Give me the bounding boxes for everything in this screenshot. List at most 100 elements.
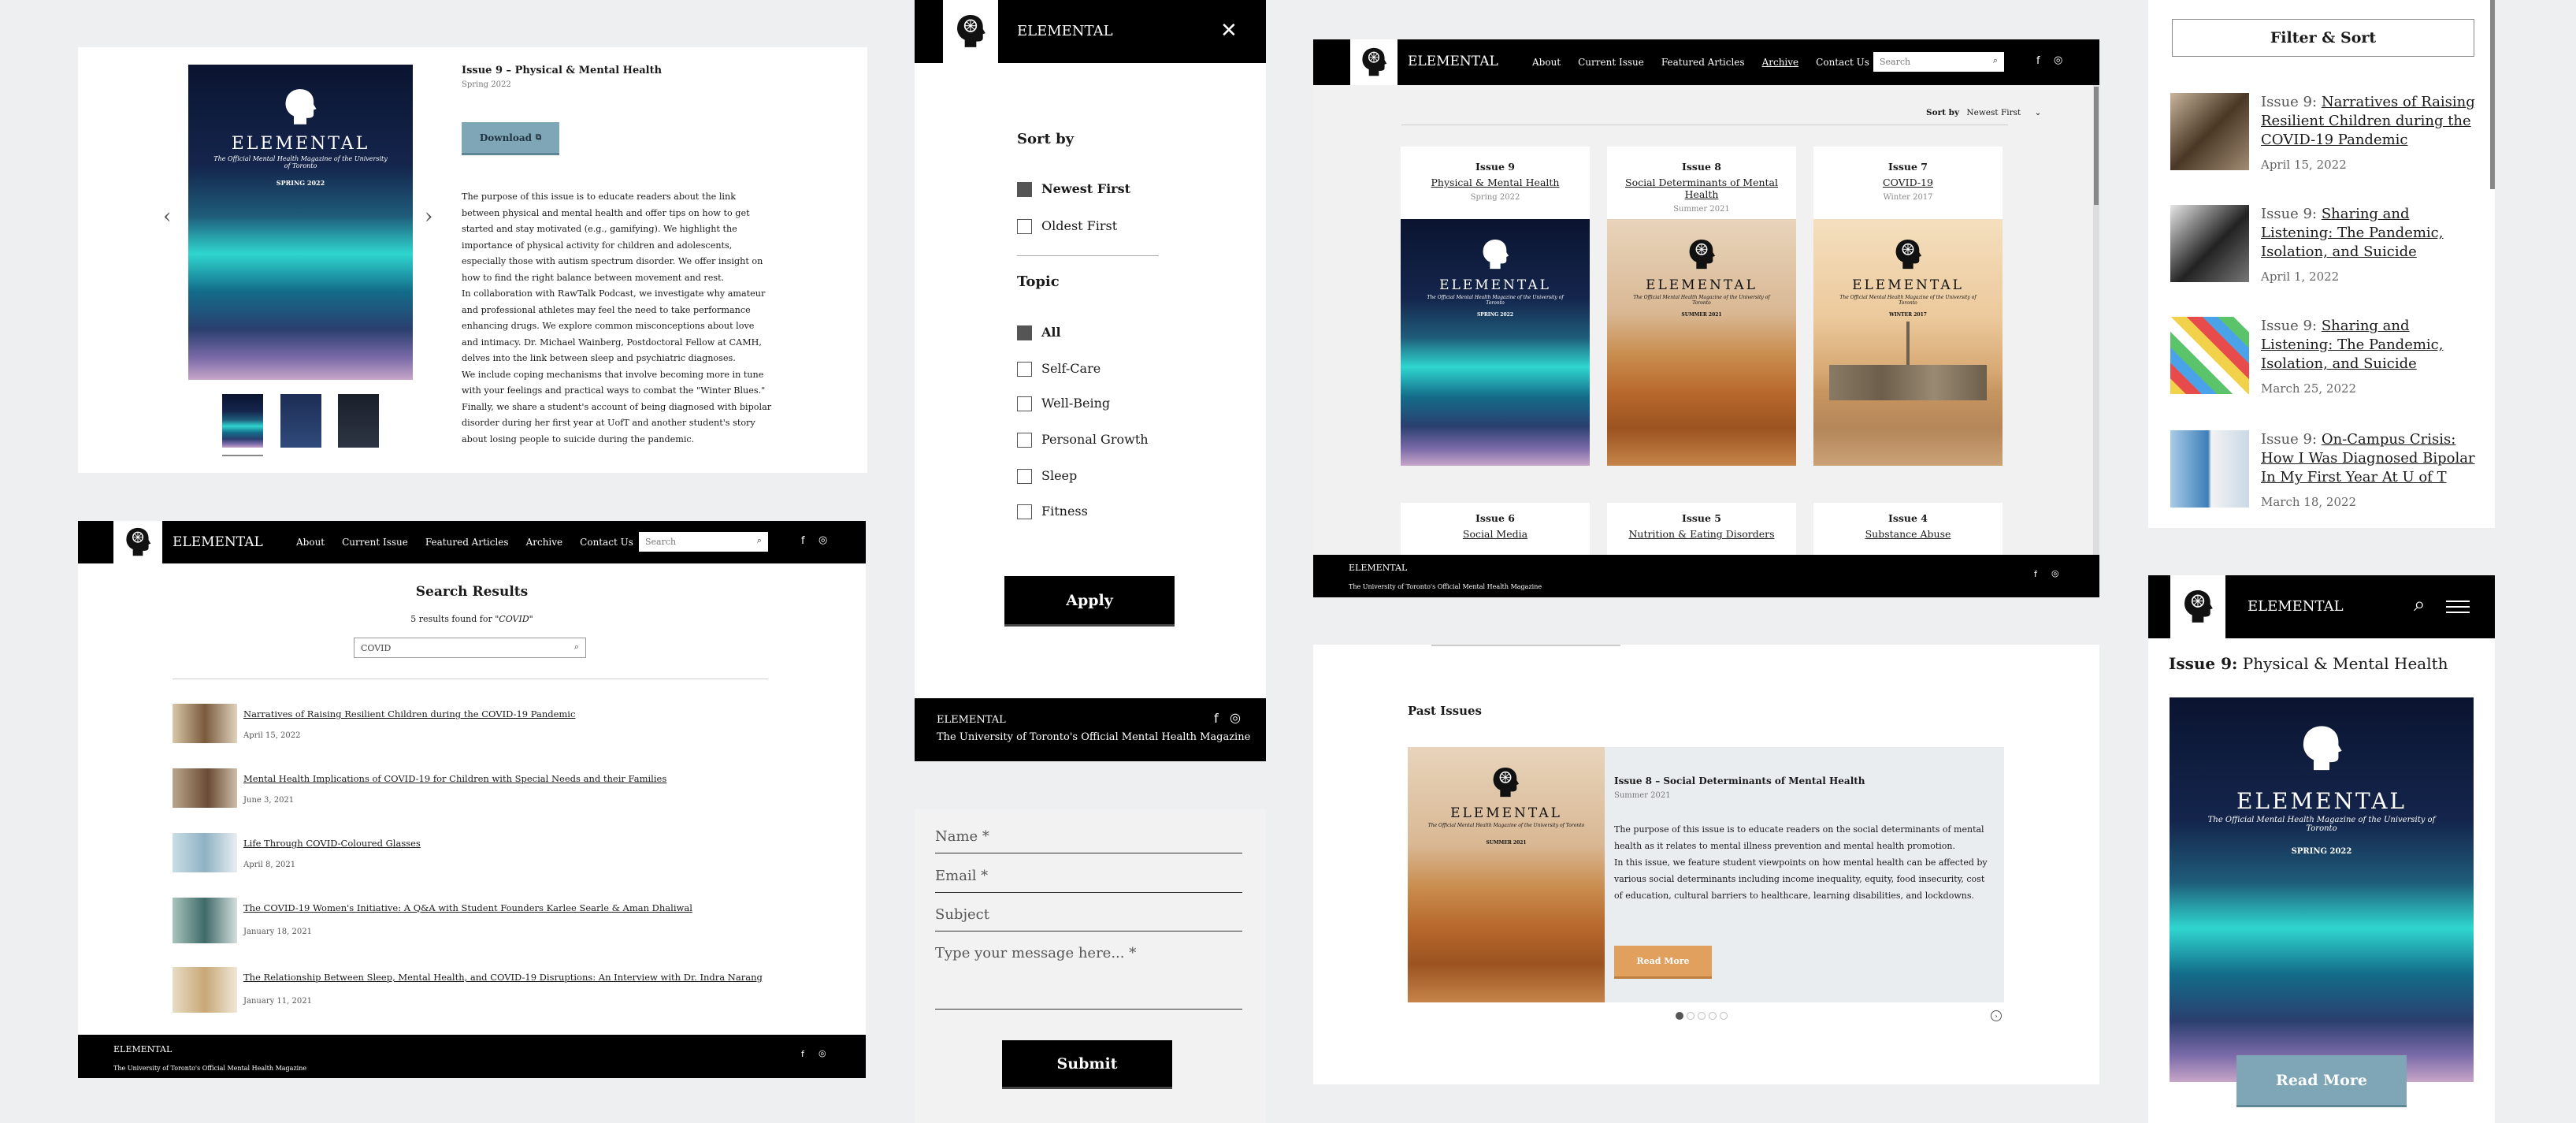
thumbnail-1[interactable]: [222, 394, 263, 448]
sort-option-newest[interactable]: Newest First: [1017, 181, 1130, 197]
carousel-dot-active[interactable]: [1676, 1012, 1683, 1020]
issue-card[interactable]: Issue 8 Social Determinants of Mental He…: [1607, 147, 1796, 466]
subject-field[interactable]: Subject: [935, 906, 1242, 931]
carousel-dot[interactable]: [1698, 1012, 1706, 1020]
past-issue-cover[interactable]: ELEMENTAL The Official Mental Health Mag…: [1408, 747, 1605, 1002]
carousel-prev-icon[interactable]: ‹: [163, 205, 171, 229]
brand-name[interactable]: ELEMENTAL: [2248, 598, 2344, 615]
topic-option-sleep[interactable]: Sleep: [1017, 468, 1077, 484]
topic-option-self-care[interactable]: Self-Care: [1017, 361, 1101, 377]
nav-contact-us[interactable]: Contact Us: [1816, 57, 1869, 68]
issue-card-topic[interactable]: Social Media: [1401, 528, 1590, 540]
result-title[interactable]: Life Through COVID-Coloured Glasses: [243, 838, 421, 849]
facebook-icon[interactable]: f: [1214, 711, 1219, 726]
scrollbar-thumb[interactable]: [2094, 87, 2099, 205]
instagram-icon[interactable]: ◎: [2051, 568, 2059, 578]
checkbox[interactable]: [1017, 469, 1032, 484]
topic-option-well-being[interactable]: Well-Being: [1017, 396, 1110, 411]
logo[interactable]: [2170, 575, 2225, 638]
issue-card-topic[interactable]: Physical & Mental Health: [1401, 177, 1590, 188]
thumbnail-2[interactable]: [280, 394, 321, 448]
hamburger-menu-icon[interactable]: [2446, 601, 2470, 613]
nav-archive[interactable]: Archive: [1762, 57, 1799, 68]
facebook-icon[interactable]: f: [801, 535, 805, 547]
topic-option-personal-growth[interactable]: Personal Growth: [1017, 432, 1149, 448]
carousel-dot[interactable]: [1709, 1012, 1717, 1020]
checkbox[interactable]: [1017, 433, 1032, 448]
sort-control[interactable]: Sort by Newest First ⌄: [1926, 108, 2041, 117]
search-icon[interactable]: ⌕: [757, 535, 762, 546]
facebook-icon[interactable]: f: [801, 1049, 804, 1059]
logo[interactable]: [1350, 39, 1397, 85]
article-title[interactable]: Issue 9: On-Campus Crisis: How I Was Dia…: [2261, 430, 2485, 487]
list-item[interactable]: The Relationship Between Sleep, Mental H…: [173, 967, 771, 1032]
search-input[interactable]: Search ⌕: [639, 532, 768, 552]
name-field[interactable]: Name *: [935, 828, 1242, 853]
topic-option-fitness[interactable]: Fitness: [1017, 504, 1088, 519]
checkbox[interactable]: [1017, 219, 1032, 234]
instagram-icon[interactable]: ◎: [2054, 54, 2062, 66]
close-icon[interactable]: ✕: [1220, 19, 1238, 43]
issue-card-topic[interactable]: COVID-19: [1813, 177, 2003, 188]
issue-card-topic[interactable]: Nutrition & Eating Disorders: [1607, 528, 1796, 540]
mobile-issue-cover[interactable]: ELEMENTAL The Official Mental Health Mag…: [2170, 697, 2474, 1082]
nav-contact-us[interactable]: Contact Us: [580, 537, 633, 548]
checkbox[interactable]: [1017, 396, 1032, 411]
nav-featured-articles[interactable]: Featured Articles: [1661, 57, 1745, 68]
checkbox[interactable]: [1017, 504, 1032, 519]
past-issue-card[interactable]: ELEMENTAL The Official Mental Health Mag…: [1408, 747, 2004, 1002]
article-title[interactable]: Issue 9: Sharing and Listening: The Pand…: [2261, 317, 2485, 374]
list-item[interactable]: Issue 9: Sharing and Listening: The Pand…: [2170, 317, 2485, 403]
issue-card[interactable]: Issue 9 Physical & Mental Health Spring …: [1401, 147, 1590, 466]
thumbnail-3[interactable]: [338, 394, 379, 448]
list-item[interactable]: Life Through COVID-Coloured Glasses Apri…: [173, 833, 771, 898]
list-item[interactable]: Issue 9: On-Campus Crisis: How I Was Dia…: [2170, 430, 2485, 517]
instagram-icon[interactable]: ◎: [818, 1048, 826, 1058]
download-button[interactable]: Download ⧉: [462, 122, 559, 155]
topic-option-all[interactable]: All: [1017, 325, 1061, 340]
result-title[interactable]: Mental Health Implications of COVID-19 f…: [243, 773, 666, 784]
search-input[interactable]: Search ⌕: [1873, 52, 2004, 72]
logo[interactable]: [943, 0, 998, 63]
search-icon[interactable]: ⌕: [574, 641, 579, 653]
issue-card-cover[interactable]: ELEMENTAL The Official Mental Health Mag…: [1607, 219, 1796, 466]
nav-featured-articles[interactable]: Featured Articles: [425, 537, 509, 548]
read-more-button[interactable]: Read More: [1614, 946, 1712, 979]
result-title[interactable]: Narratives of Raising Resilient Children…: [243, 708, 575, 720]
checkbox-checked[interactable]: [1017, 325, 1032, 340]
search-icon[interactable]: ⌕: [2414, 593, 2426, 617]
instagram-icon[interactable]: ◎: [1230, 710, 1241, 725]
chevron-down-icon[interactable]: ⌄: [2035, 108, 2042, 117]
scrollbar-thumb[interactable]: [2490, 0, 2495, 189]
brand-name[interactable]: ELEMENTAL: [173, 534, 263, 550]
sort-option-oldest[interactable]: Oldest First: [1017, 218, 1117, 234]
carousel-next-icon[interactable]: ›: [1991, 1010, 2002, 1021]
facebook-icon[interactable]: f: [2034, 569, 2037, 579]
article-title[interactable]: Issue 9: Sharing and Listening: The Pand…: [2261, 205, 2485, 262]
carousel-next-icon[interactable]: ›: [425, 205, 432, 229]
message-field[interactable]: Type your message here... *: [935, 945, 1242, 1010]
list-item[interactable]: Mental Health Implications of COVID-19 f…: [173, 768, 771, 833]
list-item[interactable]: Issue 9: Sharing and Listening: The Pand…: [2170, 205, 2485, 292]
checkbox-checked[interactable]: [1017, 182, 1032, 197]
nav-archive[interactable]: Archive: [526, 537, 563, 548]
read-more-button[interactable]: Read More: [2236, 1055, 2407, 1107]
search-icon[interactable]: ⌕: [1993, 55, 1998, 66]
brand-name[interactable]: ELEMENTAL: [1017, 23, 1113, 39]
issue-card-topic[interactable]: Substance Abuse: [1813, 528, 2003, 540]
issue-card-topic[interactable]: Social Determinants of Mental Health: [1607, 177, 1796, 200]
list-item[interactable]: Issue 9: Narratives of Raising Resilient…: [2170, 93, 2485, 180]
result-title[interactable]: The Relationship Between Sleep, Mental H…: [243, 972, 763, 983]
filter-sort-button[interactable]: Filter & Sort: [2172, 19, 2474, 57]
nav-current-issue[interactable]: Current Issue: [1578, 57, 1644, 68]
submit-button[interactable]: Submit: [1002, 1040, 1172, 1089]
instagram-icon[interactable]: ◎: [818, 534, 827, 546]
checkbox[interactable]: [1017, 362, 1032, 377]
issue-card[interactable]: Issue 7 COVID-19 Winter 2017 ELEMENTAL T…: [1813, 147, 2003, 466]
nav-about[interactable]: About: [1532, 57, 1561, 68]
email-field[interactable]: Email *: [935, 868, 1242, 893]
list-item[interactable]: The COVID-19 Women's Initiative: A Q&A w…: [173, 898, 771, 967]
article-title[interactable]: Issue 9: Narratives of Raising Resilient…: [2261, 93, 2485, 150]
apply-button[interactable]: Apply: [1004, 576, 1175, 627]
logo[interactable]: [113, 521, 162, 563]
